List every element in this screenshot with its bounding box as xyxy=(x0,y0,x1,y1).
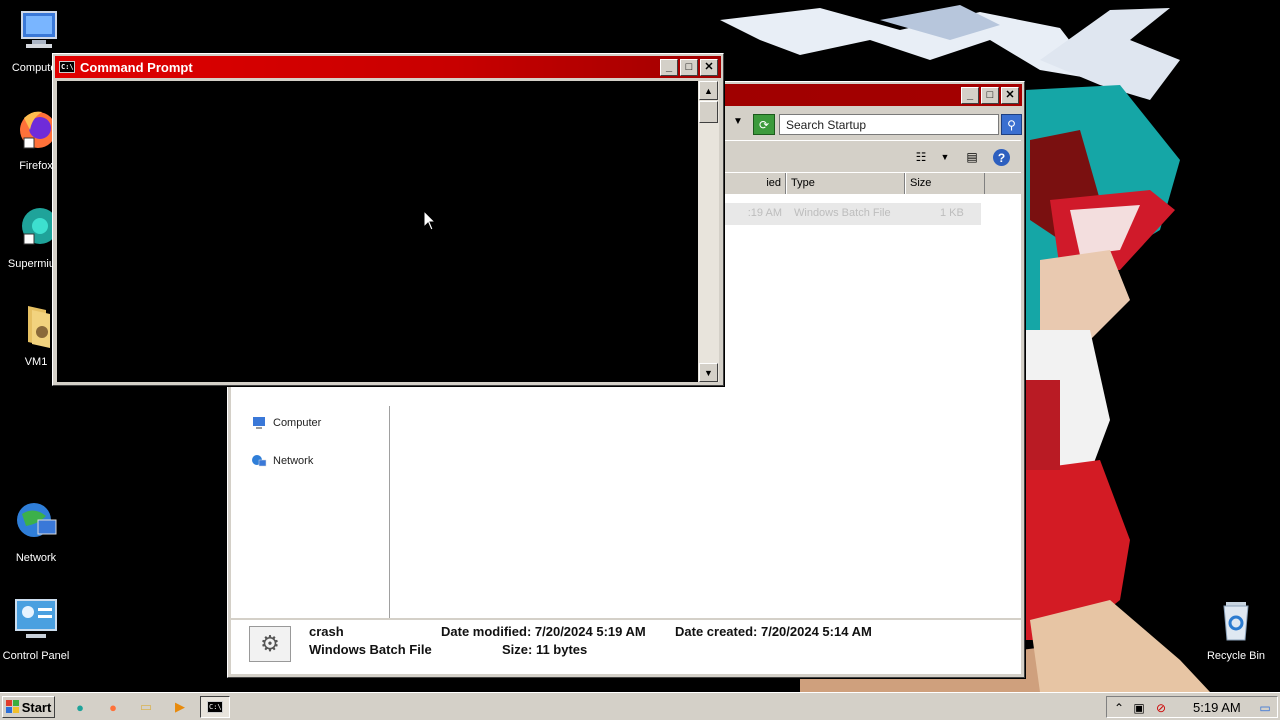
nav-item-label: Computer xyxy=(273,417,322,429)
control-panel-icon xyxy=(15,599,57,638)
file-size: 1 KB xyxy=(940,207,964,219)
desktop-icon-label: Control Panel xyxy=(2,650,70,662)
batch-file-icon: ⚙ xyxy=(249,626,291,662)
desktop-icon-control-panel[interactable]: Control Panel xyxy=(0,596,72,662)
cmd-title-bar[interactable]: C:\ Command Prompt _ □ ✕ xyxy=(55,56,721,78)
taskbar: Start ● ● ▭ ▶ C:\ ⌃ ▣ ⊘ 5:19 AM ▭ xyxy=(0,692,1280,720)
command-prompt-window[interactable]: C:\ Command Prompt _ □ ✕ ▲ ▼ xyxy=(52,53,724,386)
windows-logo-icon xyxy=(5,700,19,713)
refresh-button[interactable]: ⟳ xyxy=(753,114,775,135)
vertical-scrollbar[interactable]: ▲ ▼ xyxy=(698,81,719,382)
cmd-app-icon: C:\ xyxy=(207,701,223,713)
supermium-icon[interactable]: ● xyxy=(70,697,90,717)
desktop-icon-label: Recycle Bin xyxy=(1206,650,1266,662)
computer-icon xyxy=(21,11,57,48)
chevron-down-icon[interactable]: ▼ xyxy=(935,147,955,167)
start-label: Start xyxy=(21,699,52,715)
computer-icon xyxy=(253,417,265,429)
desktop-icon-label: Network xyxy=(15,552,57,564)
column-header-type[interactable]: Type xyxy=(786,173,905,194)
search-icon[interactable]: ⚲ xyxy=(1001,114,1022,135)
preview-pane-icon[interactable]: ▤ xyxy=(962,147,982,167)
volume-muted-icon[interactable]: ⊘ xyxy=(1153,700,1169,716)
details-file-name: crash xyxy=(309,624,344,639)
network-icon xyxy=(252,455,267,467)
close-button[interactable]: ✕ xyxy=(1001,87,1019,104)
search-input[interactable]: Search Startup xyxy=(779,114,999,135)
network-tray-icon[interactable]: ▣ xyxy=(1131,700,1147,716)
close-button[interactable]: ✕ xyxy=(700,59,718,76)
start-button[interactable]: Start xyxy=(2,696,55,718)
recycle-bin-icon xyxy=(1223,602,1249,641)
maximize-button[interactable]: □ xyxy=(981,87,999,104)
explorer-icon[interactable]: ▭ xyxy=(136,697,156,717)
column-header-size[interactable]: Size xyxy=(905,173,985,194)
desktop-icon-recycle-bin[interactable]: Recycle Bin xyxy=(1200,596,1272,662)
cmd-caption-buttons: _ □ ✕ xyxy=(660,59,718,76)
scroll-thumb[interactable] xyxy=(699,101,718,123)
explorer-caption-buttons: _ □ ✕ xyxy=(961,87,1019,104)
desktop-icon-label: Firefox xyxy=(19,160,53,172)
nav-item-computer[interactable]: Computer xyxy=(251,416,321,430)
scroll-down-button[interactable]: ▼ xyxy=(699,363,718,382)
console-output[interactable] xyxy=(57,81,698,382)
network-icon xyxy=(17,503,57,537)
minimize-button[interactable]: _ xyxy=(961,87,979,104)
details-size: Size: 11 bytes xyxy=(502,642,588,657)
window-title: Command Prompt xyxy=(80,59,193,75)
taskbar-button-command-prompt[interactable]: C:\ xyxy=(200,696,230,718)
scroll-up-button[interactable]: ▲ xyxy=(699,81,718,100)
media-player-icon[interactable]: ▶ xyxy=(170,697,190,717)
help-icon[interactable]: ? xyxy=(993,149,1010,166)
firefox-icon[interactable]: ● xyxy=(103,697,123,717)
mouse-cursor-icon xyxy=(423,210,437,231)
cmd-app-icon: C:\ xyxy=(59,61,75,73)
show-hidden-icons-icon[interactable]: ⌃ xyxy=(1111,700,1127,716)
clock[interactable]: 5:19 AM xyxy=(1193,700,1241,715)
navigation-pane: Computer Network xyxy=(231,406,390,642)
desktop-icon-network[interactable]: Network xyxy=(0,498,72,564)
minimize-button[interactable]: _ xyxy=(660,59,678,76)
details-pane: ⚙ crash Windows Batch File Date modified… xyxy=(231,618,1021,674)
desktop-icon-label: VM1 xyxy=(24,356,48,368)
details-date-modified: Date modified: 7/20/2024 5:19 AM xyxy=(441,624,646,639)
details-file-type: Windows Batch File xyxy=(309,642,432,657)
nav-item-label: Network xyxy=(273,455,314,467)
system-tray: ⌃ ▣ ⊘ 5:19 AM ▭ xyxy=(1106,696,1278,718)
chevron-down-icon[interactable]: ▼ xyxy=(731,116,745,132)
maximize-button[interactable]: □ xyxy=(680,59,698,76)
file-type: Windows Batch File xyxy=(794,207,891,219)
nav-item-network[interactable]: Network xyxy=(251,454,313,468)
view-options-icon[interactable]: ☷ xyxy=(911,147,931,167)
show-desktop-icon[interactable]: ▭ xyxy=(1257,700,1273,716)
details-date-created: Date created: 7/20/2024 5:14 AM xyxy=(675,624,872,639)
